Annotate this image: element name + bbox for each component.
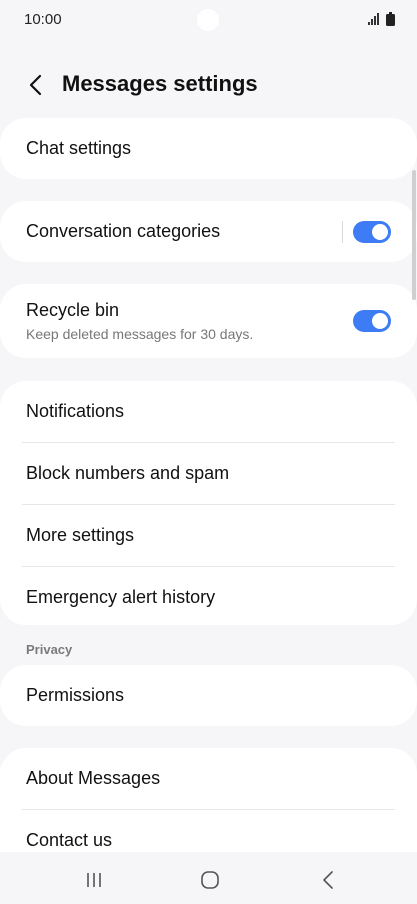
conversation-categories-toggle[interactable] [353, 220, 391, 243]
chat-settings-item[interactable]: Chat settings [0, 118, 417, 179]
back-nav-button[interactable] [316, 868, 340, 892]
toggle-knob [372, 223, 388, 240]
home-icon [201, 871, 219, 889]
recycle-bin-item[interactable]: Recycle bin Keep deleted messages for 30… [0, 284, 417, 358]
recycle-bin-label: Recycle bin [26, 300, 120, 320]
notifications-item[interactable]: Notifications [0, 381, 417, 442]
permissions-label: Permissions [26, 685, 125, 705]
home-button[interactable] [198, 868, 222, 892]
contact-us-item[interactable]: Contact us [0, 810, 417, 852]
emergency-alert-history-label: Emergency alert history [26, 587, 216, 607]
block-numbers-label: Block numbers and spam [26, 463, 230, 483]
toggle-separator [342, 220, 343, 243]
conversation-categories-label: Conversation categories [26, 221, 221, 241]
page-title: Messages settings [62, 71, 258, 96]
notifications-label: Notifications [26, 401, 125, 421]
back-button[interactable] [20, 70, 50, 100]
block-numbers-item[interactable]: Block numbers and spam [0, 443, 417, 504]
more-settings-item[interactable]: More settings [0, 505, 417, 566]
status-bar: 10:00 [0, 0, 417, 40]
main-settings-card: Notifications Block numbers and spam Mor… [0, 381, 417, 625]
emergency-alert-history-item[interactable]: Emergency alert history [0, 567, 417, 628]
header: Messages settings [0, 60, 417, 108]
recycle-bin-toggle[interactable] [353, 310, 391, 332]
conversation-categories-item[interactable]: Conversation categories [0, 201, 417, 262]
permissions-card: Permissions [0, 665, 417, 726]
recents-icon [87, 873, 101, 887]
about-messages-label: About Messages [26, 768, 161, 788]
permissions-item[interactable]: Permissions [0, 665, 417, 726]
chat-settings-card: Chat settings [0, 118, 417, 179]
signal-icon [368, 13, 379, 25]
recents-button[interactable] [82, 868, 106, 892]
recycle-bin-card: Recycle bin Keep deleted messages for 30… [0, 284, 417, 358]
recycle-bin-sublabel: Keep deleted messages for 30 days. [26, 326, 254, 342]
about-messages-item[interactable]: About Messages [0, 748, 417, 809]
back-chevron-icon [29, 74, 42, 96]
battery-icon [386, 12, 395, 26]
camera-cutout [197, 9, 219, 31]
chat-settings-label: Chat settings [26, 138, 132, 158]
contact-us-label: Contact us [26, 830, 113, 850]
scrollbar[interactable] [412, 170, 416, 300]
status-time: 10:00 [24, 11, 62, 28]
privacy-section-label: Privacy [26, 642, 73, 657]
conversation-categories-card: Conversation categories [0, 201, 417, 262]
more-settings-label: More settings [26, 525, 135, 545]
about-card: About Messages Contact us [0, 748, 417, 852]
back-nav-icon [323, 871, 333, 889]
toggle-knob [372, 313, 388, 329]
navigation-bar [0, 852, 417, 904]
